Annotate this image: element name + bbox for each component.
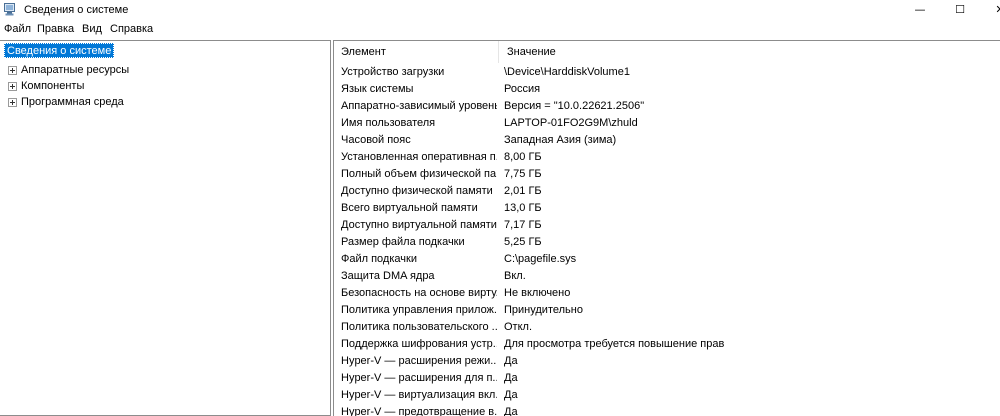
tree-item-system-summary[interactable]: Сведения о системе [4, 43, 115, 58]
row-value-cell: C:\pagefile.sys [504, 253, 577, 265]
expand-icon[interactable] [8, 98, 17, 107]
row-item-cell: Всего виртуальной памяти [341, 202, 478, 214]
column-header-item[interactable]: Элемент [334, 41, 499, 63]
row-value-cell: Да [504, 406, 518, 416]
tree-item-label: Компоненты [21, 80, 85, 92]
row-item-cell: Полный объем физической па... [341, 168, 497, 180]
table-row[interactable]: Язык системы Россия [334, 81, 1000, 98]
row-item-cell: Hyper-V — расширения для п... [341, 372, 497, 384]
list-rows: Устройство загрузки \Device\HarddiskVolum… [334, 64, 1000, 416]
table-row[interactable]: Имя пользователя LAPTOP-01FO2G9M\zhuld [334, 115, 1000, 132]
table-row[interactable]: Hyper-V — виртуализация вкл... Да [334, 387, 1000, 404]
row-item-cell: Файл подкачки [341, 253, 417, 265]
table-row[interactable]: Файл подкачки C:\pagefile.sys [334, 251, 1000, 268]
table-row[interactable]: Политика пользовательского ... Откл. [334, 319, 1000, 336]
row-item-cell: Язык системы [341, 83, 414, 95]
table-row[interactable]: Hyper-V — предотвращение в... Да [334, 404, 1000, 416]
row-item-cell: Поддержка шифрования устр... [341, 338, 497, 350]
title-bar: Сведения о системе — ☐ ✕ [0, 0, 1000, 20]
row-item-cell: Политика пользовательского ... [341, 321, 497, 333]
expand-icon[interactable] [8, 82, 17, 91]
close-button[interactable]: ✕ [977, 0, 1000, 20]
row-item-cell: Часовой пояс [341, 134, 411, 146]
window-title: Сведения о системе [24, 4, 129, 16]
row-item-cell: Безопасность на основе вирту... [341, 287, 497, 299]
row-item-cell: Имя пользователя [341, 117, 436, 129]
row-value-cell: Не включено [504, 287, 571, 299]
table-row[interactable]: Hyper-V — расширения для п... Да [334, 370, 1000, 387]
row-value-cell: Да [504, 372, 518, 384]
row-value-cell: Россия [504, 83, 541, 95]
row-value-cell: Да [504, 389, 518, 401]
row-value-cell: 7,17 ГБ [504, 219, 542, 231]
row-item-cell: Доступно физической памяти [341, 185, 493, 197]
tree-item-label: Программная среда [21, 96, 124, 108]
row-value-cell: 7,75 ГБ [504, 168, 542, 180]
row-item-cell: Устройство загрузки [341, 66, 445, 78]
table-row[interactable]: Устройство загрузки \Device\HarddiskVolum… [334, 64, 1000, 81]
row-value-cell: Принудительно [504, 304, 583, 316]
row-value-cell: Откл. [504, 321, 533, 333]
table-row[interactable]: Полный объем физической па... 7,75 ГБ [334, 166, 1000, 183]
table-row[interactable]: Политика управления прилож... Принудитель… [334, 302, 1000, 319]
row-value-cell: 2,01 ГБ [504, 185, 542, 197]
row-item-cell: Установленная оперативная п... [341, 151, 497, 163]
row-item-cell: Доступно виртуальной памяти [341, 219, 497, 231]
row-item-cell: Аппаратно-зависимый уровень... [341, 100, 497, 112]
row-value-cell: 5,25 ГБ [504, 236, 542, 248]
menu-bar: Файл Правка Вид Справка [0, 20, 1000, 39]
table-row[interactable]: Hyper-V — расширения режи... Да [334, 353, 1000, 370]
system-information-icon [4, 3, 15, 16]
expand-icon[interactable] [8, 66, 17, 75]
row-item-cell: Hyper-V — предотвращение в... [341, 406, 497, 416]
table-row[interactable]: Часовой пояс Западная Азия (зима) [334, 132, 1000, 149]
menu-view[interactable]: Вид [82, 23, 102, 35]
table-row[interactable]: Поддержка шифрования устр... Для просмотр… [334, 336, 1000, 353]
row-item-cell: Размер файла подкачки [341, 236, 465, 248]
row-value-cell: 13,0 ГБ [504, 202, 542, 214]
row-item-cell: Hyper-V — виртуализация вкл... [341, 389, 497, 401]
table-row[interactable]: Размер файла подкачки 5,25 ГБ [334, 234, 1000, 251]
table-row[interactable]: Защита DMA ядра Вкл. [334, 268, 1000, 285]
menu-help[interactable]: Справка [110, 23, 153, 35]
table-row[interactable]: Безопасность на основе вирту... Не включе… [334, 285, 1000, 302]
row-value-cell: Для просмотра требуется повышение прав [504, 338, 725, 350]
row-value-cell: Да [504, 355, 518, 367]
row-item-cell: Политика управления прилож... [341, 304, 497, 316]
table-row[interactable]: Доступно виртуальной памяти 7,17 ГБ [334, 217, 1000, 234]
row-item-cell: Защита DMA ядра [341, 270, 435, 282]
row-value-cell: \Device\HarddiskVolume1 [504, 66, 630, 78]
tree-item-label: Аппаратные ресурсы [21, 64, 130, 76]
table-row[interactable]: Доступно физической памяти 2,01 ГБ [334, 183, 1000, 200]
menu-edit[interactable]: Правка [37, 23, 74, 35]
table-row[interactable]: Всего виртуальной памяти 13,0 ГБ [334, 200, 1000, 217]
row-value-cell: LAPTOP-01FO2G9M\zhuld [504, 117, 638, 129]
row-item-cell: Hyper-V — расширения режи... [341, 355, 497, 367]
details-list: Элемент Значение Устройство загрузки \Dev… [333, 40, 1000, 416]
row-value-cell: Вкл. [504, 270, 526, 282]
table-row[interactable]: Установленная оперативная п... 8,00 ГБ [334, 149, 1000, 166]
row-value-cell: 8,00 ГБ [504, 151, 542, 163]
row-value-cell: Западная Азия (зима) [504, 134, 617, 146]
column-header-value[interactable]: Значение [500, 41, 1000, 63]
menu-file[interactable]: Файл [4, 23, 31, 35]
table-row[interactable]: Аппаратно-зависимый уровень... Версия = "… [334, 98, 1000, 115]
row-value-cell: Версия = "10.0.22621.2506" [504, 100, 645, 112]
navigation-tree: Сведения о системе Аппаратные ресурсы Ко… [0, 40, 331, 416]
